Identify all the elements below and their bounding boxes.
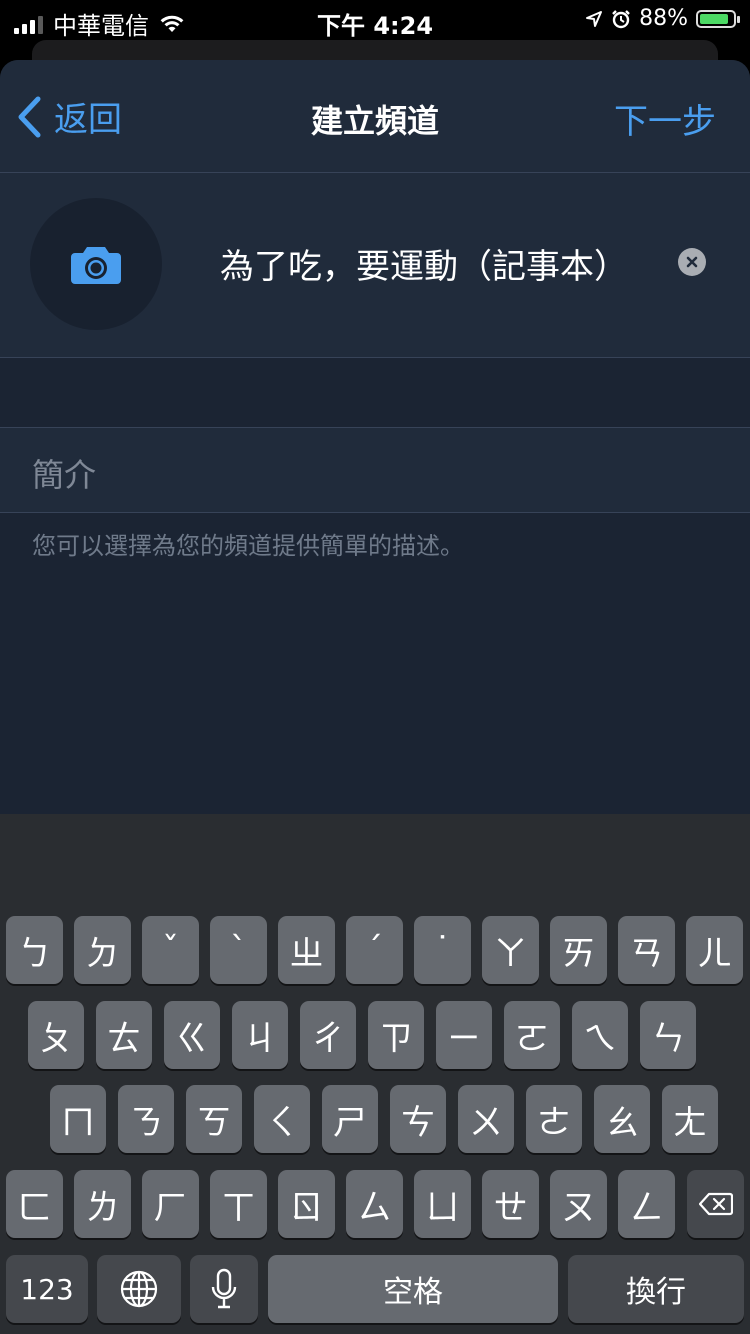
channel-photo-button[interactable] xyxy=(30,198,162,330)
status-bar: 中華電信 下午 4:24 88% xyxy=(0,0,750,40)
keyboard-key[interactable]: ㄕ xyxy=(322,1085,378,1153)
keyboard-key[interactable]: ㄢ xyxy=(618,916,675,984)
status-right: 88% xyxy=(585,6,740,31)
alarm-icon xyxy=(612,9,630,28)
keyboard-key[interactable]: ㄎ xyxy=(186,1085,242,1153)
keyboard-key[interactable]: ㄖ xyxy=(278,1170,335,1238)
keyboard-key[interactable]: ㄞ xyxy=(550,916,607,984)
keyboard-key[interactable]: ㄜ xyxy=(526,1085,582,1153)
globe-icon xyxy=(120,1270,158,1308)
keyboard-key[interactable]: ㄐ xyxy=(232,1001,288,1069)
camera-icon xyxy=(71,247,121,284)
close-icon xyxy=(686,256,698,268)
description-hint: 您可以選擇為您的頻道提供簡單的描述。 xyxy=(32,532,464,560)
return-key[interactable]: 換行 xyxy=(568,1255,744,1323)
keyboard-key[interactable]: ㄑ xyxy=(254,1085,310,1153)
battery-level-fill xyxy=(700,13,729,24)
keyboard-key[interactable]: ㄋ xyxy=(118,1085,174,1153)
keyboard-key[interactable]: ㄇ xyxy=(50,1085,106,1153)
navigation-bar: 返回 建立頻道 下一步 xyxy=(0,60,750,173)
keyboard-key[interactable]: ㄍ xyxy=(164,1001,220,1069)
keyboard-key[interactable]: ㄒ xyxy=(210,1170,267,1238)
keyboard-key[interactable]: ㄩ xyxy=(414,1170,471,1238)
keyboard-key[interactable]: ㄓ xyxy=(278,916,335,984)
keyboard-key[interactable]: ㄤ xyxy=(662,1085,718,1153)
keyboard-key[interactable]: ㄡ xyxy=(550,1170,607,1238)
create-channel-sheet: 返回 建立頻道 下一步 為了吃，要運動（記事本） 簡介 您可以選擇為您的頻道提供… xyxy=(0,60,750,820)
keyboard-key[interactable]: ㄗ xyxy=(368,1001,424,1069)
description-input[interactable]: 簡介 xyxy=(32,450,96,496)
delete-key[interactable] xyxy=(687,1170,744,1238)
keyboard-key[interactable]: ㄨ xyxy=(458,1085,514,1153)
microphone-key[interactable] xyxy=(190,1255,258,1323)
microphone-icon xyxy=(211,1268,237,1309)
keyboard-key[interactable]: ㄥ xyxy=(618,1170,675,1238)
keyboard-key[interactable]: ㄟ xyxy=(572,1001,628,1069)
keyboard-key[interactable]: ㄙ xyxy=(346,1170,403,1238)
keyboard-key[interactable]: ㄣ xyxy=(640,1001,696,1069)
backspace-icon xyxy=(698,1192,733,1216)
keyboard-key[interactable]: ˊ xyxy=(346,916,403,984)
next-button[interactable]: 下一步 xyxy=(614,94,716,143)
keyboard-key[interactable]: ㄌ xyxy=(74,1170,131,1238)
clear-text-button[interactable] xyxy=(678,248,706,276)
keyboard-key[interactable]: ㄝ xyxy=(482,1170,539,1238)
numbers-key[interactable]: 123 xyxy=(6,1255,88,1323)
keyboard-key[interactable]: ˙ xyxy=(414,916,471,984)
keyboard-key[interactable]: ㄚ xyxy=(482,916,539,984)
channel-name-input[interactable]: 為了吃，要運動（記事本） xyxy=(220,239,628,288)
bopomofo-keyboard: 123 空格 換行 ㄅㄉ ˇ ˋ ㄓ ˊ ˙ ㄚㄞㄢㄦㄆㄊㄍㄐㄔㄗㄧㄛㄟㄣㄇㄋㄎㄑㄕㄘㄨㄜㄠ… xyxy=(0,814,750,1334)
description-section: 簡介 xyxy=(0,427,750,513)
keyboard-key[interactable]: ㄧ xyxy=(436,1001,492,1069)
keyboard-key[interactable]: ㄠ xyxy=(594,1085,650,1153)
globe-key[interactable] xyxy=(97,1255,181,1323)
keyboard-key[interactable]: ㄊ xyxy=(96,1001,152,1069)
keyboard-key[interactable]: ㄔ xyxy=(300,1001,356,1069)
space-key[interactable]: 空格 xyxy=(268,1255,558,1323)
battery-percent: 88% xyxy=(639,6,688,31)
battery-icon xyxy=(696,9,740,28)
keyboard-key[interactable]: ㄆ xyxy=(28,1001,84,1069)
channel-name-section: 為了吃，要運動（記事本） xyxy=(0,173,750,358)
location-arrow-icon xyxy=(586,10,603,27)
keyboard-key[interactable]: ㄈ xyxy=(6,1170,63,1238)
keyboard-key[interactable]: ㄘ xyxy=(390,1085,446,1153)
keyboard-key[interactable]: ㄛ xyxy=(504,1001,560,1069)
keyboard-key[interactable]: ㄏ xyxy=(142,1170,199,1238)
keyboard-key[interactable]: ˋ xyxy=(210,916,267,984)
keyboard-key[interactable]: ㄦ xyxy=(686,916,743,984)
keyboard-key[interactable]: ㄅ xyxy=(6,916,63,984)
keyboard-key[interactable]: ㄉ xyxy=(74,916,131,984)
keyboard-key[interactable]: ˇ xyxy=(142,916,199,984)
